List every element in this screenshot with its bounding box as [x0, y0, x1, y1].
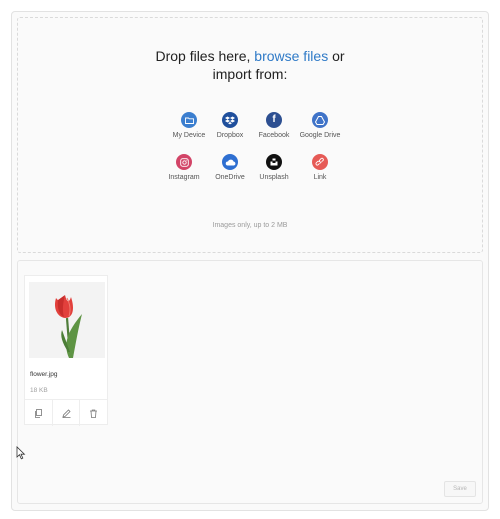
edit-icon — [61, 408, 71, 418]
dropbox-icon — [222, 112, 238, 128]
instagram-icon — [176, 154, 192, 170]
file-actions — [25, 399, 107, 426]
headline-prefix: Drop files here, — [155, 48, 255, 64]
source-label: Link — [313, 174, 327, 181]
source-google-drive[interactable]: Google Drive — [285, 112, 355, 139]
copy-button[interactable] — [25, 400, 53, 426]
file-list-area: flower.jpg 18 KB Save — [17, 260, 483, 504]
google-drive-icon — [312, 112, 328, 128]
source-label: Google Drive — [299, 132, 341, 139]
onedrive-icon — [222, 154, 238, 170]
tulip-image — [55, 295, 82, 358]
facebook-icon: f — [266, 112, 282, 128]
uploader-widget: Drop files here, browse files or import … — [11, 11, 489, 511]
drop-headline: Drop files here, browse files or import … — [18, 47, 482, 83]
source-link[interactable]: Link — [285, 154, 355, 181]
delete-button[interactable] — [80, 400, 107, 426]
drop-zone[interactable]: Drop files here, browse files or import … — [17, 17, 483, 253]
file-size: 18 KB — [30, 387, 48, 394]
headline-line2: import from: — [212, 66, 288, 82]
copy-icon — [34, 408, 42, 418]
upload-hint: Images only, up to 2 MB — [212, 222, 288, 229]
file-thumbnail[interactable] — [29, 282, 105, 358]
edit-button[interactable] — [53, 400, 81, 426]
trash-icon — [90, 409, 98, 418]
file-card[interactable]: flower.jpg 18 KB — [24, 275, 108, 426]
unsplash-icon — [266, 154, 282, 170]
link-icon — [312, 154, 328, 170]
headline-suffix: or — [328, 48, 345, 64]
file-name: flower.jpg — [30, 371, 58, 378]
browse-files-link[interactable]: browse files — [254, 48, 328, 64]
save-button[interactable]: Save — [444, 481, 476, 497]
mouse-cursor-icon — [16, 446, 26, 460]
